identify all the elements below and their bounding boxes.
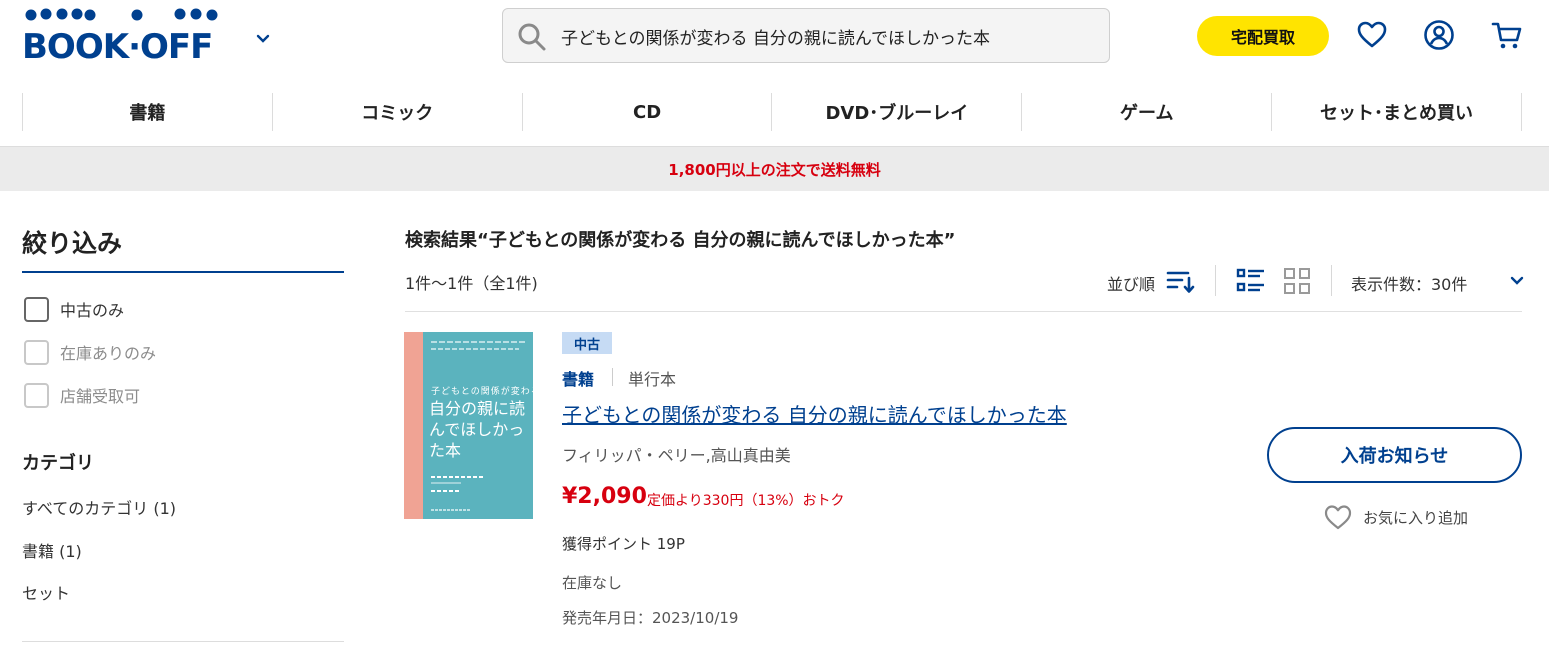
store-pickup-checkbox[interactable] <box>24 382 49 408</box>
product-format: 単行本 <box>628 370 677 389</box>
stock-status: 在庫なし <box>562 574 623 592</box>
nav-item-cd[interactable]: CD <box>521 93 772 131</box>
bookoff-logo[interactable]: BOOK·OFF <box>22 8 232 64</box>
nav-item-comics[interactable]: コミック <box>271 93 522 131</box>
svg-text:BOOK·OFF: BOOK·OFF <box>22 27 212 64</box>
cover-title: 自分の親に読んでほしかった本 <box>429 399 526 460</box>
filter-store-pickup[interactable]: 店舗受取可 <box>24 382 140 408</box>
list-view-icon[interactable] <box>1236 267 1266 295</box>
heart-icon <box>1324 505 1352 530</box>
nav-item-games[interactable]: ゲーム <box>1021 93 1271 131</box>
discount-text: 定価より330円（13%）おトク <box>647 493 845 509</box>
product-title-link[interactable]: 子どもとの関係が変わる 自分の親に読んでほしかった本 <box>562 399 1067 428</box>
condition-badge: 中古 <box>562 332 612 354</box>
add-favorite-button[interactable]: お気に入り追加 <box>1323 503 1468 531</box>
filter-title: 絞り込み <box>22 229 123 258</box>
kaitori-button[interactable]: 宅配買取 <box>1197 16 1329 56</box>
release-date: 発売年月日：2023/10/19 <box>562 609 739 627</box>
free-shipping-banner: 1,800円以上の注文で送料無料 <box>0 146 1549 191</box>
results-title: 検索結果“子どもとの関係が変わる 自分の親に読んでほしかった本” <box>405 230 956 251</box>
search-input[interactable] <box>561 17 1091 55</box>
site-header: BOOK·OFF 宅配買取 <box>0 0 1549 78</box>
filter-in-stock[interactable]: 在庫ありのみ <box>24 339 156 365</box>
product-author: フィリッパ・ペリー,高山真由美 <box>562 446 791 465</box>
used-only-checkbox[interactable] <box>24 296 49 322</box>
nav-item-sets[interactable]: セット･まとめ買い <box>1271 93 1522 131</box>
results-divider <box>405 311 1522 312</box>
cover-stripe <box>404 332 423 519</box>
book-cover-image[interactable]: 子どもとの関係が変わる 自分の親に読んでほしかった本 <box>404 332 533 519</box>
cover-english-text <box>431 341 527 350</box>
in-stock-checkbox[interactable] <box>24 339 49 365</box>
grid-view-icon[interactable] <box>1283 267 1311 295</box>
sort-label[interactable]: 並び順 <box>1107 271 1155 295</box>
filter-divider <box>22 271 344 273</box>
search-bar <box>502 8 1110 63</box>
cover-publisher-text <box>431 509 471 511</box>
points-text: 獲得ポイント 19P <box>562 535 685 553</box>
cover-subtitle: 子どもとの関係が変わる <box>431 387 533 397</box>
nav-item-books[interactable]: 書籍 <box>22 93 272 131</box>
filter-label: 在庫ありのみ <box>60 344 157 363</box>
filter-used-only[interactable]: 中古のみ <box>24 296 124 322</box>
filter-label: 中古のみ <box>60 301 125 320</box>
category-title: カテゴリ <box>22 453 94 474</box>
chevron-down-icon[interactable] <box>1508 273 1526 289</box>
category-sets[interactable]: セット <box>22 580 70 604</box>
product-genre: 書籍 <box>562 370 595 389</box>
per-page-select[interactable]: 表示件数：30件 <box>1351 271 1467 295</box>
cover-author-text <box>431 476 483 492</box>
category-nav: 書籍 コミック CD DVD･ブルーレイ ゲーム セット･まとめ買い <box>22 93 1522 131</box>
nav-item-dvd-bluray[interactable]: DVD･ブルーレイ <box>771 93 1021 131</box>
banner-text: 1,800円以上の注文で送料無料 <box>668 160 881 179</box>
sidebar-divider <box>22 641 344 642</box>
chevron-down-icon[interactable] <box>254 30 272 48</box>
cart-icon[interactable] <box>1491 19 1523 51</box>
heart-icon[interactable] <box>1356 19 1388 51</box>
genre-separator <box>612 368 613 386</box>
filter-label: 店舗受取可 <box>60 387 141 406</box>
favorite-label: お気に入り追加 <box>1363 508 1469 527</box>
category-all[interactable]: すべてのカテゴリ (1) <box>22 495 176 519</box>
category-books[interactable]: 書籍 (1) <box>22 538 82 562</box>
account-icon[interactable] <box>1423 19 1455 51</box>
toolbar-separator <box>1331 265 1332 296</box>
results-count: 1件～1件（全1件) <box>405 274 538 293</box>
product-price: ¥2,090 <box>562 484 647 509</box>
search-icon[interactable] <box>517 22 547 52</box>
restock-notify-button[interactable]: 入荷お知らせ <box>1267 427 1522 483</box>
toolbar-separator <box>1215 265 1216 296</box>
sort-icon[interactable] <box>1165 266 1195 296</box>
